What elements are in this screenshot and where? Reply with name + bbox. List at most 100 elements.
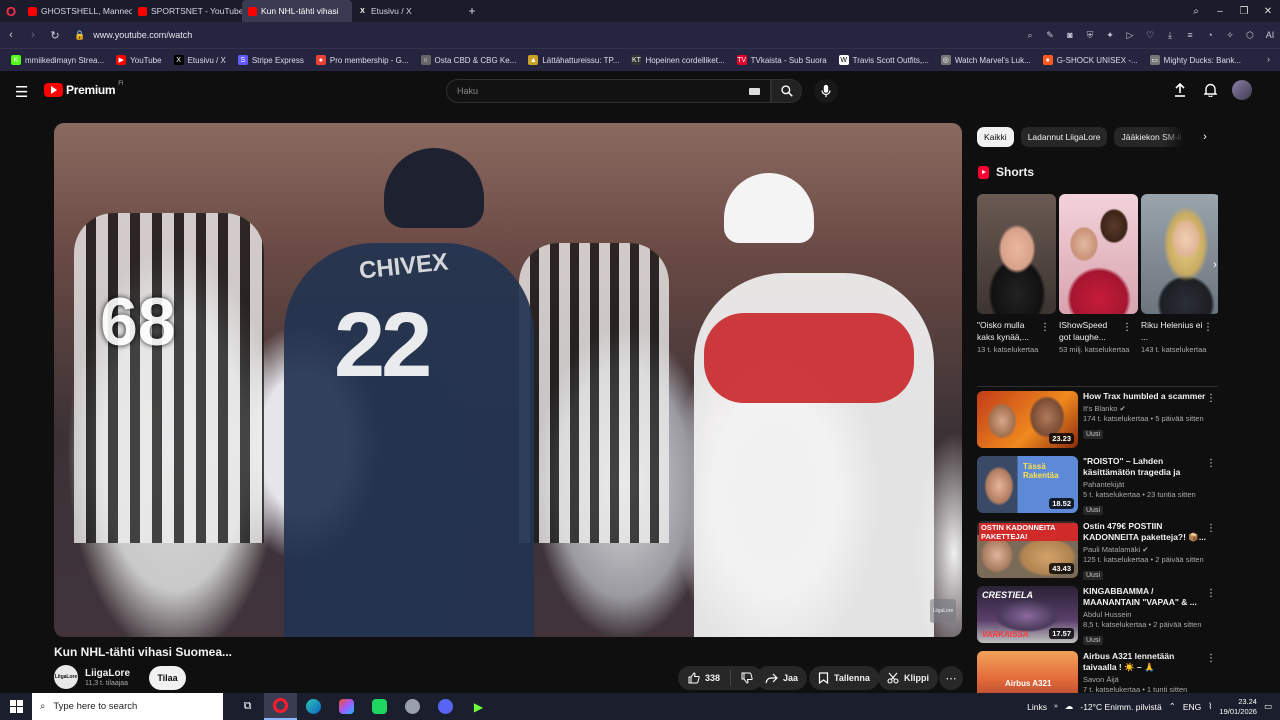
- app-taskbar-icon[interactable]: [396, 693, 429, 720]
- short-thumbnail[interactable]: [1141, 194, 1218, 314]
- back-icon[interactable]: ‹: [0, 29, 22, 41]
- more-options-icon[interactable]: ⋮: [1206, 653, 1216, 664]
- short-more-icon[interactable]: ⋮: [1122, 322, 1132, 333]
- bookmark-item[interactable]: ▭ Mighty Ducks: Bank...: [1145, 55, 1246, 65]
- browser-tab-active[interactable]: Kun NHL-tähti vihasi: [242, 0, 352, 22]
- minimize-icon[interactable]: –: [1208, 6, 1232, 17]
- share-button[interactable]: Jaa: [756, 666, 808, 690]
- bookmark-item[interactable]: KT Hopeinen cordelliket...: [626, 55, 729, 65]
- search-button[interactable]: [771, 79, 802, 103]
- edit-icon[interactable]: ✎: [1040, 30, 1060, 41]
- upload-icon[interactable]: [1172, 80, 1188, 100]
- video-thumbnail[interactable]: 23.23: [977, 391, 1078, 448]
- notification-icon[interactable]: ▭: [1264, 701, 1272, 712]
- clip-button[interactable]: Klippi: [878, 666, 938, 690]
- network-icon[interactable]: ⌇: [1208, 701, 1212, 712]
- app-taskbar-icon[interactable]: [363, 693, 396, 720]
- search-icon[interactable]: ⌕: [1020, 30, 1040, 41]
- more-actions-button[interactable]: ⋯: [939, 666, 963, 690]
- video-player[interactable]: 68 22 CHIVEX LiigaLore: [54, 123, 962, 637]
- more-options-icon[interactable]: ⋮: [1206, 458, 1216, 469]
- chip-channel-uploads[interactable]: Ladannut LiigaLore: [1020, 127, 1108, 147]
- opera-logo-icon[interactable]: O: [0, 0, 22, 22]
- voice-search-button[interactable]: [814, 79, 838, 103]
- channel-name[interactable]: LiigaLore: [85, 668, 130, 679]
- short-thumbnail[interactable]: [977, 194, 1056, 314]
- new-tab-button[interactable]: +: [462, 4, 482, 18]
- recommendation-item[interactable]: Tässä Rakentäa 18.52 "ROISTO" – Lahden kä…: [977, 456, 1222, 521]
- ai-icon[interactable]: AI: [1260, 30, 1280, 40]
- clock[interactable]: 23.24 19/01/2026: [1219, 697, 1257, 717]
- more-options-icon[interactable]: ⋮: [1206, 393, 1216, 404]
- download-icon[interactable]: ⤓: [1160, 30, 1180, 41]
- reload-icon[interactable]: ↻: [44, 29, 66, 42]
- recommendation-item[interactable]: OSTIN KADONNEITA PAKETTEJA! 43.43 Ostin …: [977, 521, 1222, 586]
- video-thumbnail[interactable]: Tässä Rakentäa 18.52: [977, 456, 1078, 513]
- recommendation-item[interactable]: 23.23 How Trax humbled a scammer It's Bl…: [977, 391, 1222, 456]
- profile-icon[interactable]: ◔: [1200, 30, 1220, 40]
- channel-avatar[interactable]: LiigaLore: [54, 665, 78, 689]
- language[interactable]: ENG: [1183, 702, 1201, 712]
- like-button[interactable]: 338: [678, 670, 732, 686]
- shorts-next-chevron-icon[interactable]: ›: [1205, 255, 1225, 275]
- bookmark-item[interactable]: ▲ Lättähattureissu: TP...: [523, 55, 624, 65]
- links-toolbar[interactable]: Links: [1027, 702, 1047, 712]
- bookmark-item[interactable]: W Travis Scott Outfits,...: [834, 55, 934, 65]
- chip-sm-liiga[interactable]: Jääkiekon SM-li: [1114, 127, 1185, 147]
- task-view-icon[interactable]: ⧉: [231, 693, 264, 720]
- browser-tab[interactable]: SPORTSNET - YouTube: [132, 0, 242, 22]
- app-taskbar-icon[interactable]: ▶: [462, 693, 495, 720]
- more-options-icon[interactable]: ⋮: [1206, 588, 1216, 599]
- short-more-icon[interactable]: ⋮: [1040, 322, 1050, 333]
- extension-icon[interactable]: ✦: [1100, 30, 1120, 41]
- subscribe-button[interactable]: Tilaa: [149, 666, 186, 690]
- chip-all[interactable]: Kaikki: [977, 127, 1014, 147]
- weather[interactable]: -12°C Enimm. pilvistä: [1080, 702, 1161, 712]
- bookmark-item[interactable]: TV TVkaista - Sub Suora: [732, 55, 832, 65]
- more-options-icon[interactable]: ⋮: [1206, 523, 1216, 534]
- figma-taskbar-icon[interactable]: [330, 693, 363, 720]
- video-thumbnail[interactable]: OSTIN KADONNEITA PAKETTEJA! 43.43: [977, 521, 1078, 578]
- video-thumbnail[interactable]: CRESTIELA VARKAISSA 17.57: [977, 586, 1078, 643]
- bookmark-item[interactable]: X Etusivu / X: [169, 55, 231, 65]
- maximize-icon[interactable]: ❐: [1232, 6, 1256, 17]
- box-icon[interactable]: ⬡: [1240, 30, 1260, 41]
- close-icon[interactable]: ✕: [1256, 6, 1280, 17]
- youtube-premium-logo[interactable]: Premium FI: [44, 81, 124, 97]
- chevron-icon[interactable]: »: [1054, 703, 1058, 710]
- bookmark-item[interactable]: S Stripe Express: [233, 55, 309, 65]
- chevron-right-icon[interactable]: ›: [1195, 127, 1215, 147]
- recommendation-item[interactable]: CRESTIELA VARKAISSA 17.57 KINGABBAMMA / …: [977, 586, 1222, 651]
- browser-tab[interactable]: X Etusivu / X: [352, 0, 462, 22]
- bookmark-item[interactable]: ● G-SHOCK UNISEX -...: [1038, 55, 1143, 65]
- lock-icon[interactable]: 🔒: [74, 30, 85, 41]
- user-avatar[interactable]: [1232, 80, 1252, 100]
- bookmark-item[interactable]: ● Pro membership - G...: [311, 55, 414, 65]
- channel-watermark[interactable]: LiigaLore: [930, 599, 956, 623]
- camera-icon[interactable]: ◙: [1060, 30, 1080, 40]
- bookmark-item[interactable]: Kmmiikedimayn Strea...: [6, 55, 109, 65]
- tray-expand-icon[interactable]: ⌃: [1169, 701, 1176, 712]
- short-thumbnail[interactable]: [1059, 194, 1138, 314]
- heart-icon[interactable]: ♡: [1140, 30, 1160, 41]
- short-more-icon[interactable]: ⋮: [1203, 322, 1213, 333]
- browser-tab[interactable]: GHOSTSHELL, Mannequin: [22, 0, 132, 22]
- bookmarks-overflow-icon[interactable]: ›: [1267, 54, 1270, 64]
- url-field[interactable]: www.youtube.com/watch: [93, 30, 192, 40]
- bookmark-item[interactable]: ○ Osta CBD & CBG Ke...: [416, 55, 522, 65]
- edge-taskbar-icon[interactable]: [297, 693, 330, 720]
- start-button[interactable]: [0, 693, 32, 720]
- notifications-bell-icon[interactable]: [1202, 80, 1218, 100]
- forward-icon[interactable]: ›: [22, 29, 44, 41]
- discord-taskbar-icon[interactable]: [429, 693, 462, 720]
- bookmark-item[interactable]: ◎ Watch Marvel's Luk...: [936, 55, 1036, 65]
- save-button[interactable]: Tallenna: [809, 666, 879, 690]
- play-icon[interactable]: ▷: [1120, 30, 1140, 41]
- shield-icon[interactable]: ⛨: [1080, 30, 1100, 41]
- opera-taskbar-icon[interactable]: [264, 693, 297, 720]
- aria-icon[interactable]: ✧: [1220, 30, 1240, 41]
- menu-icon[interactable]: ≡: [1180, 30, 1200, 40]
- bookmark-item[interactable]: ▶ YouTube: [111, 55, 166, 65]
- keyboard-icon[interactable]: [749, 88, 760, 95]
- taskbar-search[interactable]: ⌕ Type here to search: [32, 693, 223, 720]
